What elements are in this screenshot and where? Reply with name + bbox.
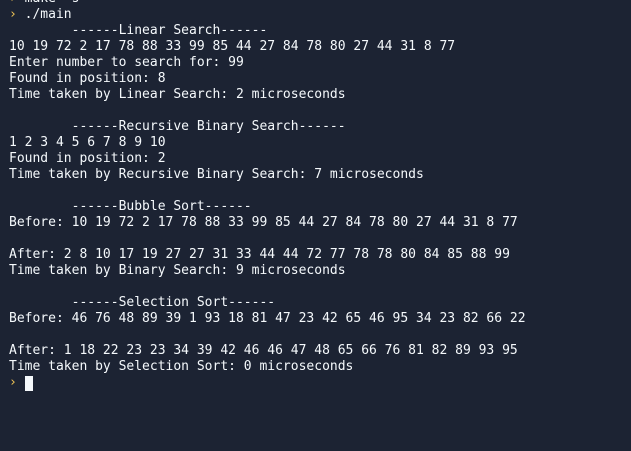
command-text: make -s <box>25 0 80 6</box>
command-line: › make -s <box>9 0 631 7</box>
output-line: Found in position: 2 <box>9 151 166 166</box>
output-line: After: 1 18 22 23 23 34 39 42 46 46 47 4… <box>9 343 518 358</box>
output-line: Before: 46 76 48 89 39 1 93 18 81 47 23 … <box>9 311 526 326</box>
input-line: › <box>9 375 631 391</box>
output-line: Found in position: 8 <box>9 71 166 86</box>
output-line: 10 19 72 2 17 78 88 33 99 85 44 27 84 78… <box>9 39 456 54</box>
output-line: 1 2 3 4 5 6 7 8 9 10 <box>9 135 166 150</box>
terminal-output: › make -s› ./main ------Linear Search---… <box>9 0 631 391</box>
output-line: ------Selection Sort------ <box>9 295 276 310</box>
prompt-icon: › <box>9 7 17 22</box>
prompt-icon: › <box>9 0 17 6</box>
output-line: ------Linear Search------ <box>9 23 268 38</box>
output-line: Time taken by Recursive Binary Search: 7… <box>9 167 424 182</box>
output-line: ------Recursive Binary Search------ <box>9 119 346 134</box>
output-line: ------Bubble Sort------ <box>9 199 252 214</box>
output-line: Time taken by Binary Search: 9 microseco… <box>9 263 346 278</box>
output-line: Time taken by Linear Search: 2 microseco… <box>9 87 346 102</box>
prompt-icon: › <box>9 375 17 390</box>
terminal-window[interactable]: › make -s› ./main ------Linear Search---… <box>0 0 631 451</box>
output-line: Before: 10 19 72 2 17 78 88 33 99 85 44 … <box>9 215 518 230</box>
command-line: › ./main <box>9 7 631 23</box>
command-text: ./main <box>24 7 72 22</box>
output-line: Enter number to search for: 99 <box>9 55 244 70</box>
output-line: After: 2 8 10 17 19 27 27 31 33 44 44 72… <box>9 247 510 262</box>
text-cursor[interactable] <box>24 376 33 391</box>
output-line: Time taken by Selection Sort: 0 microsec… <box>9 359 354 374</box>
